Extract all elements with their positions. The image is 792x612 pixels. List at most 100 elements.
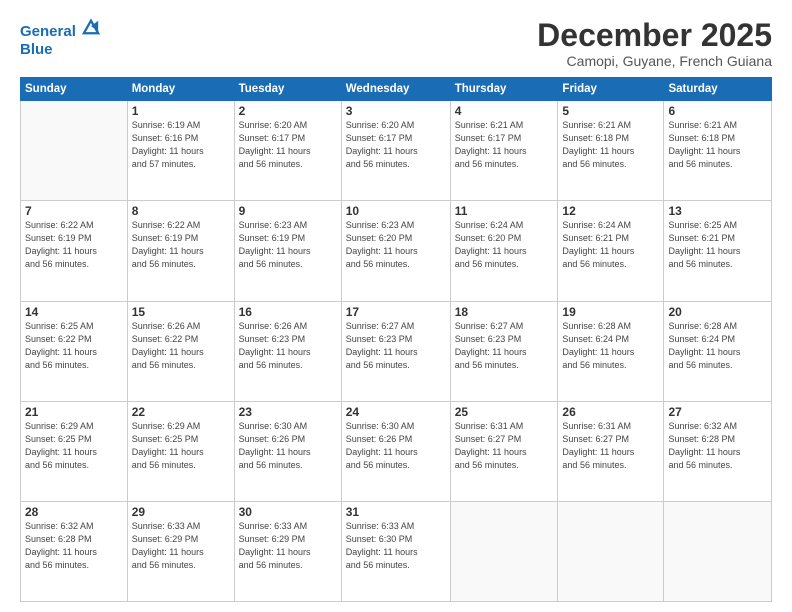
day-number: 2 [239, 104, 337, 118]
day-info: Sunrise: 6:21 AM Sunset: 6:18 PM Dayligh… [668, 119, 767, 171]
calendar-day-cell: 13Sunrise: 6:25 AM Sunset: 6:21 PM Dayli… [664, 201, 772, 301]
day-number: 8 [132, 204, 230, 218]
day-info: Sunrise: 6:26 AM Sunset: 6:23 PM Dayligh… [239, 320, 337, 372]
day-info: Sunrise: 6:33 AM Sunset: 6:29 PM Dayligh… [132, 520, 230, 572]
calendar-day-cell: 18Sunrise: 6:27 AM Sunset: 6:23 PM Dayli… [450, 301, 558, 401]
calendar-day-cell [664, 501, 772, 601]
day-info: Sunrise: 6:23 AM Sunset: 6:20 PM Dayligh… [346, 219, 446, 271]
day-number: 19 [562, 305, 659, 319]
logo: General Blue [20, 18, 100, 59]
day-number: 26 [562, 405, 659, 419]
day-info: Sunrise: 6:20 AM Sunset: 6:17 PM Dayligh… [239, 119, 337, 171]
calendar-day-cell: 10Sunrise: 6:23 AM Sunset: 6:20 PM Dayli… [341, 201, 450, 301]
calendar-day-cell [450, 501, 558, 601]
calendar-day-cell [558, 501, 664, 601]
calendar-day-cell: 1Sunrise: 6:19 AM Sunset: 6:16 PM Daylig… [127, 101, 234, 201]
day-info: Sunrise: 6:30 AM Sunset: 6:26 PM Dayligh… [239, 420, 337, 472]
calendar-day-cell: 19Sunrise: 6:28 AM Sunset: 6:24 PM Dayli… [558, 301, 664, 401]
calendar-header-cell: Thursday [450, 78, 558, 101]
title-block: December 2025 Camopi, Guyane, French Gui… [537, 18, 772, 69]
calendar-day-cell: 27Sunrise: 6:32 AM Sunset: 6:28 PM Dayli… [664, 401, 772, 501]
day-info: Sunrise: 6:24 AM Sunset: 6:21 PM Dayligh… [562, 219, 659, 271]
calendar-week-row: 21Sunrise: 6:29 AM Sunset: 6:25 PM Dayli… [21, 401, 772, 501]
day-info: Sunrise: 6:22 AM Sunset: 6:19 PM Dayligh… [25, 219, 123, 271]
day-number: 23 [239, 405, 337, 419]
calendar-day-cell: 15Sunrise: 6:26 AM Sunset: 6:22 PM Dayli… [127, 301, 234, 401]
calendar-day-cell: 12Sunrise: 6:24 AM Sunset: 6:21 PM Dayli… [558, 201, 664, 301]
calendar-day-cell: 8Sunrise: 6:22 AM Sunset: 6:19 PM Daylig… [127, 201, 234, 301]
calendar-header-row: SundayMondayTuesdayWednesdayThursdayFrid… [21, 78, 772, 101]
calendar-day-cell: 16Sunrise: 6:26 AM Sunset: 6:23 PM Dayli… [234, 301, 341, 401]
calendar-day-cell: 14Sunrise: 6:25 AM Sunset: 6:22 PM Dayli… [21, 301, 128, 401]
day-number: 4 [455, 104, 554, 118]
day-number: 30 [239, 505, 337, 519]
day-number: 13 [668, 204, 767, 218]
calendar-day-cell: 31Sunrise: 6:33 AM Sunset: 6:30 PM Dayli… [341, 501, 450, 601]
day-number: 3 [346, 104, 446, 118]
day-info: Sunrise: 6:31 AM Sunset: 6:27 PM Dayligh… [455, 420, 554, 472]
day-info: Sunrise: 6:29 AM Sunset: 6:25 PM Dayligh… [132, 420, 230, 472]
month-title: December 2025 [537, 18, 772, 53]
day-info: Sunrise: 6:27 AM Sunset: 6:23 PM Dayligh… [346, 320, 446, 372]
calendar-header-cell: Monday [127, 78, 234, 101]
calendar-day-cell: 25Sunrise: 6:31 AM Sunset: 6:27 PM Dayli… [450, 401, 558, 501]
day-number: 7 [25, 204, 123, 218]
calendar-day-cell: 11Sunrise: 6:24 AM Sunset: 6:20 PM Dayli… [450, 201, 558, 301]
day-number: 21 [25, 405, 123, 419]
calendar-day-cell: 29Sunrise: 6:33 AM Sunset: 6:29 PM Dayli… [127, 501, 234, 601]
calendar-day-cell: 24Sunrise: 6:30 AM Sunset: 6:26 PM Dayli… [341, 401, 450, 501]
calendar-day-cell: 20Sunrise: 6:28 AM Sunset: 6:24 PM Dayli… [664, 301, 772, 401]
day-number: 9 [239, 204, 337, 218]
page: General Blue December 2025 Camopi, Guyan… [0, 0, 792, 612]
calendar-week-row: 7Sunrise: 6:22 AM Sunset: 6:19 PM Daylig… [21, 201, 772, 301]
day-info: Sunrise: 6:19 AM Sunset: 6:16 PM Dayligh… [132, 119, 230, 171]
day-number: 25 [455, 405, 554, 419]
day-number: 11 [455, 204, 554, 218]
day-number: 6 [668, 104, 767, 118]
day-info: Sunrise: 6:25 AM Sunset: 6:21 PM Dayligh… [668, 219, 767, 271]
calendar-day-cell: 17Sunrise: 6:27 AM Sunset: 6:23 PM Dayli… [341, 301, 450, 401]
day-number: 1 [132, 104, 230, 118]
calendar-day-cell: 23Sunrise: 6:30 AM Sunset: 6:26 PM Dayli… [234, 401, 341, 501]
calendar-week-row: 14Sunrise: 6:25 AM Sunset: 6:22 PM Dayli… [21, 301, 772, 401]
calendar-day-cell: 6Sunrise: 6:21 AM Sunset: 6:18 PM Daylig… [664, 101, 772, 201]
calendar-week-row: 1Sunrise: 6:19 AM Sunset: 6:16 PM Daylig… [21, 101, 772, 201]
day-info: Sunrise: 6:32 AM Sunset: 6:28 PM Dayligh… [25, 520, 123, 572]
day-number: 17 [346, 305, 446, 319]
day-number: 29 [132, 505, 230, 519]
day-number: 5 [562, 104, 659, 118]
day-info: Sunrise: 6:21 AM Sunset: 6:18 PM Dayligh… [562, 119, 659, 171]
calendar-body: 1Sunrise: 6:19 AM Sunset: 6:16 PM Daylig… [21, 101, 772, 602]
day-number: 31 [346, 505, 446, 519]
day-info: Sunrise: 6:31 AM Sunset: 6:27 PM Dayligh… [562, 420, 659, 472]
subtitle: Camopi, Guyane, French Guiana [537, 53, 772, 69]
calendar-header-cell: Sunday [21, 78, 128, 101]
calendar-day-cell: 21Sunrise: 6:29 AM Sunset: 6:25 PM Dayli… [21, 401, 128, 501]
day-number: 20 [668, 305, 767, 319]
calendar-header-cell: Saturday [664, 78, 772, 101]
logo-line2: Blue [20, 41, 100, 59]
day-info: Sunrise: 6:25 AM Sunset: 6:22 PM Dayligh… [25, 320, 123, 372]
day-number: 24 [346, 405, 446, 419]
day-info: Sunrise: 6:32 AM Sunset: 6:28 PM Dayligh… [668, 420, 767, 472]
logo-icon [82, 18, 100, 36]
day-info: Sunrise: 6:29 AM Sunset: 6:25 PM Dayligh… [25, 420, 123, 472]
day-info: Sunrise: 6:28 AM Sunset: 6:24 PM Dayligh… [562, 320, 659, 372]
day-number: 12 [562, 204, 659, 218]
day-info: Sunrise: 6:28 AM Sunset: 6:24 PM Dayligh… [668, 320, 767, 372]
day-info: Sunrise: 6:33 AM Sunset: 6:30 PM Dayligh… [346, 520, 446, 572]
calendar-header-cell: Wednesday [341, 78, 450, 101]
calendar-header-cell: Friday [558, 78, 664, 101]
logo-text: General [20, 18, 100, 41]
header: General Blue December 2025 Camopi, Guyan… [20, 18, 772, 69]
day-info: Sunrise: 6:26 AM Sunset: 6:22 PM Dayligh… [132, 320, 230, 372]
day-number: 10 [346, 204, 446, 218]
calendar-day-cell: 5Sunrise: 6:21 AM Sunset: 6:18 PM Daylig… [558, 101, 664, 201]
calendar: SundayMondayTuesdayWednesdayThursdayFrid… [20, 77, 772, 602]
calendar-day-cell: 7Sunrise: 6:22 AM Sunset: 6:19 PM Daylig… [21, 201, 128, 301]
day-info: Sunrise: 6:22 AM Sunset: 6:19 PM Dayligh… [132, 219, 230, 271]
calendar-day-cell: 28Sunrise: 6:32 AM Sunset: 6:28 PM Dayli… [21, 501, 128, 601]
calendar-day-cell [21, 101, 128, 201]
day-number: 22 [132, 405, 230, 419]
calendar-day-cell: 4Sunrise: 6:21 AM Sunset: 6:17 PM Daylig… [450, 101, 558, 201]
